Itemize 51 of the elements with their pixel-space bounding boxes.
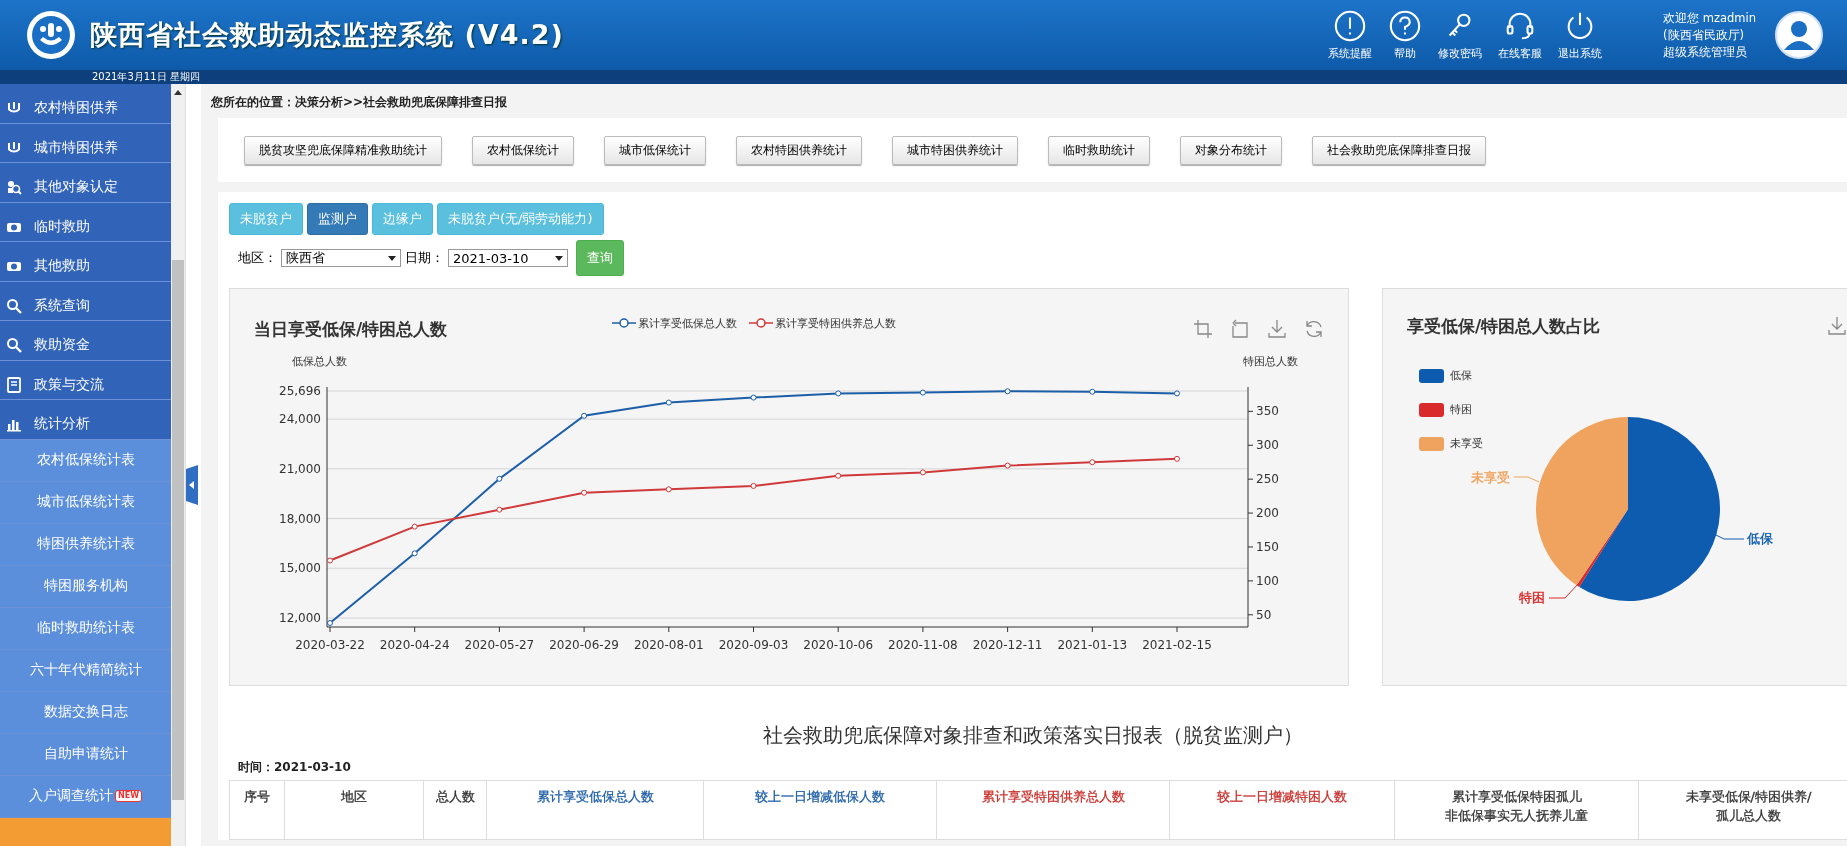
column-header: 较上一日增减低保人数 xyxy=(703,780,936,840)
tick-label: 2020-11-08 xyxy=(888,638,958,652)
slice-label: 低保 xyxy=(1747,531,1773,546)
column-header: 未享受低保/特困供养/ 孤儿总人数 xyxy=(1638,780,1847,840)
axis-title: 低保总人数 xyxy=(292,355,347,368)
new-badge: NEW xyxy=(115,790,142,802)
chart-title: 当日享受低保/特困总人数 xyxy=(254,317,448,341)
tick-label: 24,000 xyxy=(279,412,321,427)
column-header: 较上一日增减特困人数 xyxy=(1169,780,1394,840)
tick-label: 2020-03-22 xyxy=(295,638,365,652)
tick-label: 2020-09-03 xyxy=(718,638,789,652)
user-role: 超级系统管理员 xyxy=(1663,43,1749,61)
slice-label: 特困 xyxy=(1519,590,1545,605)
tick-label: 100 xyxy=(1256,573,1279,588)
user-greeting: 欢迎您 mzadmin xyxy=(1663,9,1756,27)
tick-label: 300 xyxy=(1256,438,1279,453)
tick-label: 12,000 xyxy=(279,611,321,625)
time-label: 时间：2021-03-10 xyxy=(238,760,351,774)
tick-label: 2020-12-11 xyxy=(972,638,1043,652)
tick-label: 250 xyxy=(1256,472,1279,487)
tick-label: 2020-06-29 xyxy=(549,638,619,652)
axis-title: 特困总人数 xyxy=(1243,355,1298,368)
tick-label: 350 xyxy=(1256,404,1279,419)
tick-label: 2020-04-24 xyxy=(379,638,450,652)
column-header: 累计享受低保特困孤儿 非低保事实无人抚养儿童 xyxy=(1394,780,1638,840)
date-text: 2021年3月11日 星期四 xyxy=(92,70,200,84)
tick-label: 2021-01-13 xyxy=(1057,638,1128,652)
tick-label: 21,000 xyxy=(279,461,321,476)
chart-title: 享受低保/特困总人数占比 xyxy=(1407,314,1601,338)
tick-label: 18,000 xyxy=(279,511,321,526)
column-header: 累计享受特困供养总人数 xyxy=(936,780,1169,840)
column-header: 累计享受低保总人数 xyxy=(486,780,703,840)
region-label: 地区： xyxy=(238,249,277,267)
tick-label: 200 xyxy=(1256,506,1279,521)
tick-label: 2020-10-06 xyxy=(803,638,874,652)
tick-label: 150 xyxy=(1256,540,1279,554)
tick-label: 2020-08-01 xyxy=(633,638,704,652)
slice-label: 未享受 xyxy=(1471,470,1510,485)
column-header: 序号 xyxy=(229,780,284,840)
date-label: 日期： xyxy=(405,249,444,267)
user-org: (陕西省民政厅) xyxy=(1663,26,1746,44)
app-title: 陕西省社会救助动态监控系统 (V4.2) xyxy=(90,18,564,52)
column-header: 地区 xyxy=(284,780,423,840)
tick-label: 2020-05-27 xyxy=(464,638,535,652)
report-title: 社会救助兜底保障对象排查和政策落实日报表（脱贫监测户） xyxy=(218,700,1847,759)
tick-label: 25,696 xyxy=(279,384,321,398)
column-header: 总人数 xyxy=(423,780,486,840)
breadcrumb: 您所在的位置：决策分析>>社会救助兜底保障排查日报 xyxy=(210,94,509,111)
tick-label: 50 xyxy=(1256,607,1272,622)
tick-label: 2021-02-15 xyxy=(1142,638,1212,652)
tick-label: 15,000 xyxy=(279,561,321,576)
